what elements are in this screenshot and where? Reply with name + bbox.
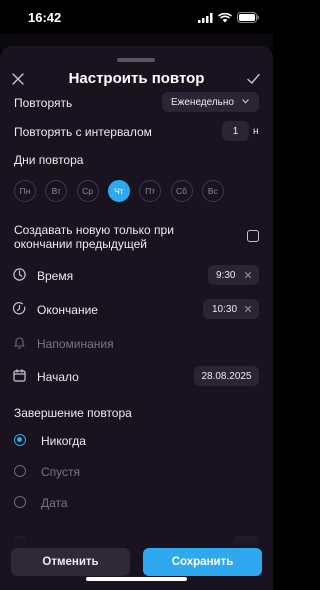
start-date-field[interactable]: 28.08.2025 [194,366,259,386]
clock-icon [13,268,26,281]
status-icons [198,12,259,23]
status-bar: 16:42 [0,0,273,34]
repeat-frequency-value: Еженедельно [171,96,234,108]
clear-icon[interactable] [245,272,251,278]
end-time-value: 10:30 [212,303,238,315]
time-field[interactable]: 9:30 [208,265,259,285]
option-after-label[interactable]: Спустя [41,465,80,479]
sheet-grabber[interactable] [117,58,155,62]
page-title: Настроить повтор [68,70,205,87]
create-after-checkbox[interactable] [247,230,259,242]
status-time: 16:42 [28,10,62,25]
day-chip[interactable]: Вс [201,180,224,202]
clear-icon[interactable] [245,306,251,312]
confirm-button[interactable] [247,72,261,86]
bell-icon [14,337,25,349]
days-label: Дни повтора [14,153,84,167]
footer: Отменить Сохранить [0,532,273,590]
day-chip[interactable]: Вт [45,180,68,202]
repeat-settings-sheet: Настроить повтор Повторять Еженедельно П… [0,46,273,590]
create-after-label-line1: Создавать новую только при [14,223,174,237]
calendar-icon [13,369,26,382]
start-date-value: 28.08.2025 [201,370,252,382]
signal-icon [198,12,213,23]
chevron-down-icon [242,99,249,104]
create-after-label: Создавать новую только при окончании пре… [14,223,174,251]
radio-never[interactable] [14,434,26,446]
interval-input[interactable]: 1 [222,121,249,141]
repeat-frequency-select[interactable]: Еженедельно [162,92,259,112]
day-chip[interactable]: Сб [170,180,193,202]
home-indicator[interactable] [86,577,187,581]
option-never-label[interactable]: Никогда [41,434,86,448]
interval-unit: н [253,126,259,137]
radio-after[interactable] [14,465,26,477]
create-after-label-line2: окончании предыдущей [14,237,147,251]
clock-end-icon [13,302,26,315]
day-chip[interactable]: Пт [139,180,162,202]
reminders-label[interactable]: Напоминания [37,337,114,351]
battery-icon [237,12,259,23]
time-label: Время [37,269,74,283]
day-chip[interactable]: Чт [107,180,130,202]
interval-label: Повторять с интервалом [14,125,152,139]
repeat-label: Повторять [14,96,73,110]
day-chip[interactable]: Ср [76,180,99,202]
interval-value: 1 [232,125,239,137]
checkmark-icon [247,73,260,84]
radio-date[interactable] [14,496,26,508]
completion-label: Завершение повтора [14,406,132,420]
start-label: Начало [37,370,79,384]
option-date-label[interactable]: Дата [41,496,68,510]
end-label: Окончание [37,303,98,317]
cancel-button[interactable]: Отменить [11,548,130,576]
time-value: 9:30 [216,269,236,281]
end-time-field[interactable]: 10:30 [203,299,259,319]
day-chip[interactable]: Пн [14,180,36,202]
save-button[interactable]: Сохранить [143,548,262,576]
wifi-icon [218,12,232,22]
